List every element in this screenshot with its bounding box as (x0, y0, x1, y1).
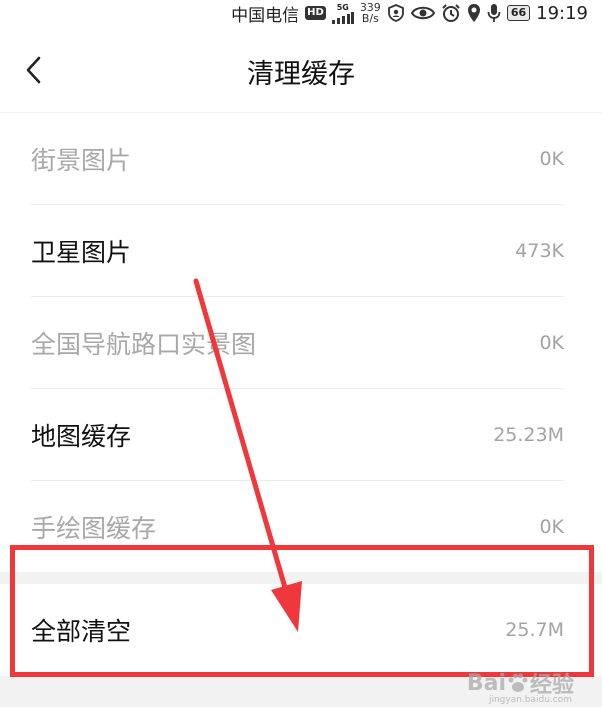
header: 清理缓存 (0, 26, 602, 113)
eye-icon (410, 5, 435, 21)
cache-item-size: 473K (515, 240, 564, 262)
page-title: 清理缓存 (247, 59, 355, 90)
signal-icon: 5G (331, 2, 354, 24)
cache-list: 街景图片 0K 卫星图片 473K 全国导航路口实景图 0K 地图缓存 25.2… (0, 113, 602, 573)
carrier-name: 中国电信 (231, 5, 300, 26)
cache-item-label: 街景图片 (31, 146, 132, 175)
status-time: 19:19 (536, 2, 588, 24)
microphone-icon (487, 3, 501, 23)
bottom-spacer (0, 676, 602, 707)
net-speed: 339 B/s (360, 2, 381, 24)
clear-all-label: 全部清空 (31, 617, 132, 646)
section-divider (0, 572, 602, 584)
cache-item-size: 0K (539, 148, 564, 170)
cache-item-label: 全国导航路口实景图 (31, 330, 257, 359)
alarm-icon (441, 3, 461, 23)
cache-item-size: 0K (539, 516, 564, 538)
clear-all-button[interactable]: 全部清空 25.7M (0, 584, 602, 676)
screen: 中国电信 HD 5G 339 B/s 66 19:19 清理缓存 街景图片 0K… (0, 0, 602, 707)
cache-item-size: 25.23M (493, 424, 564, 446)
battery-indicator: 66 (506, 5, 531, 21)
cache-item-label: 卫星图片 (31, 238, 132, 267)
cache-item-junction-view[interactable]: 全国导航路口实景图 0K (0, 297, 602, 389)
vpn-shield-icon (387, 4, 405, 22)
clear-all-size: 25.7M (505, 619, 564, 641)
cache-item-label: 手绘图缓存 (31, 514, 157, 543)
cache-item-hand-drawn[interactable]: 手绘图缓存 0K (0, 481, 602, 573)
cache-item-street-view[interactable]: 街景图片 0K (0, 113, 602, 205)
cache-item-map[interactable]: 地图缓存 25.23M (0, 389, 602, 481)
status-bar: 中国电信 HD 5G 339 B/s 66 19:19 (0, 0, 602, 26)
cache-item-label: 地图缓存 (31, 422, 132, 451)
location-icon (467, 3, 481, 23)
hd-badge: HD (305, 6, 326, 20)
cache-item-satellite[interactable]: 卫星图片 473K (0, 205, 602, 297)
cache-item-size: 0K (539, 332, 564, 354)
net-speed-unit: B/s (361, 12, 379, 25)
network-gen-label: 5G (336, 2, 349, 12)
